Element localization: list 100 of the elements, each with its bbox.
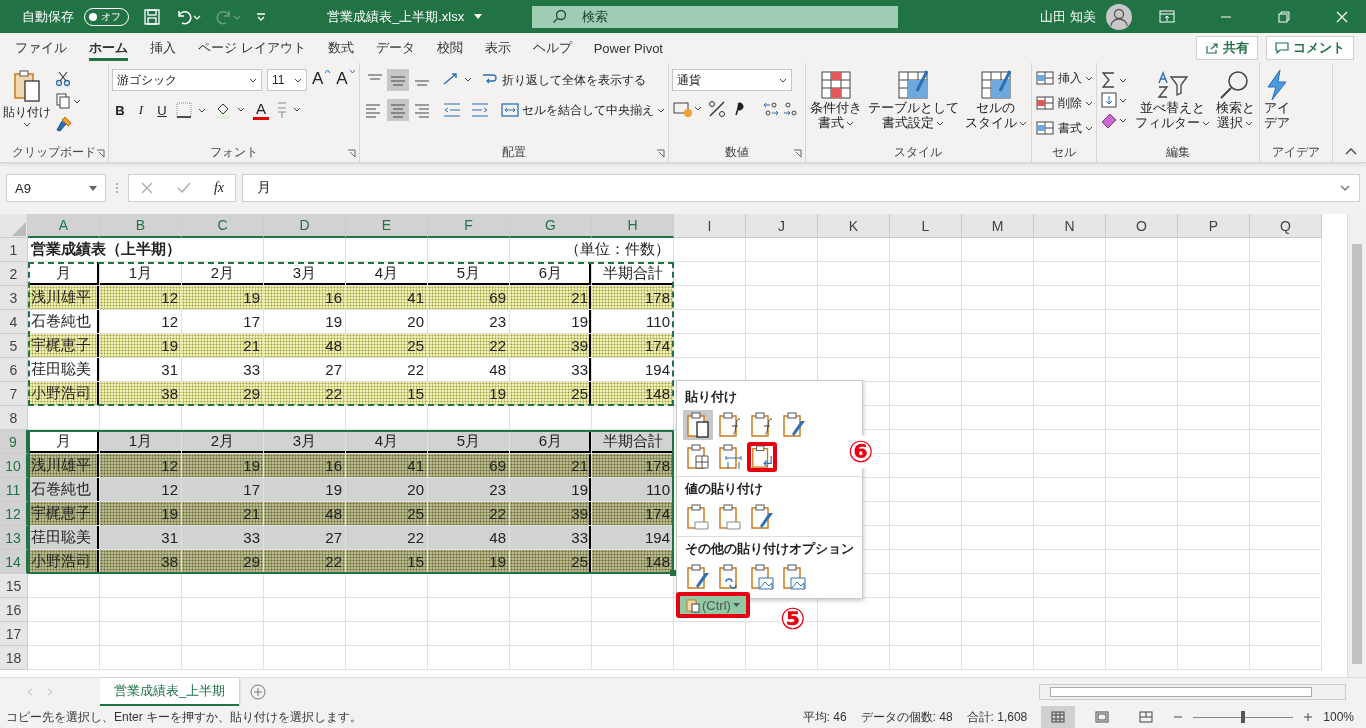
cancel-icon[interactable] <box>139 181 154 195</box>
column-header[interactable]: N <box>1034 214 1106 238</box>
number-format-dropdown[interactable]: 通貨 <box>671 69 792 91</box>
row-header[interactable]: 16 <box>0 598 28 622</box>
row-header[interactable]: 2 <box>0 262 28 286</box>
row-header[interactable]: 8 <box>0 406 28 430</box>
normal-view-button[interactable] <box>1041 706 1076 728</box>
text-style-button[interactable]: I <box>133 99 149 121</box>
row-header[interactable]: 14 <box>0 550 28 574</box>
paste-transpose-button[interactable] <box>747 442 777 472</box>
column-header[interactable]: H <box>592 214 674 238</box>
row-header[interactable]: 15 <box>0 574 28 598</box>
row-header[interactable]: 5 <box>0 334 28 358</box>
cell-command-button[interactable]: 削除 <box>1034 92 1093 114</box>
horizontal-scrollbar[interactable] <box>1039 684 1346 700</box>
ribbon-tab[interactable]: データ <box>364 33 426 63</box>
row-header[interactable]: 9 <box>0 430 28 454</box>
vertical-scrollbar[interactable] <box>1347 214 1366 677</box>
column-header[interactable]: D <box>264 214 346 238</box>
row-header[interactable]: 7 <box>0 382 28 406</box>
close-icon[interactable] <box>1335 9 1349 24</box>
column-header[interactable]: B <box>100 214 182 238</box>
dialog-launcher-icon[interactable] <box>96 149 105 158</box>
column-header[interactable]: M <box>962 214 1034 238</box>
editing-button[interactable]: 検索と 選択 <box>1214 69 1256 131</box>
style-button[interactable]: セルの スタイル <box>963 69 1028 131</box>
name-box[interactable]: A9 <box>6 174 106 202</box>
style-button[interactable]: テーブルとして 書式設定 <box>866 69 960 131</box>
column-header[interactable]: I <box>674 214 746 238</box>
font-size-dropdown[interactable]: 11 <box>267 69 307 91</box>
style-button[interactable]: 条件付き 書式 <box>808 69 863 131</box>
copy-icon[interactable] <box>55 93 81 109</box>
format-painter-icon[interactable] <box>55 115 73 133</box>
ribbon-tab[interactable]: ファイル <box>4 33 78 63</box>
ribbon-tab[interactable]: 数式 <box>316 33 365 63</box>
column-header[interactable]: C <box>182 214 264 238</box>
column-header[interactable]: A <box>28 214 100 238</box>
comment-button[interactable]: コメント <box>1266 36 1354 60</box>
avatar-icon[interactable] <box>1106 3 1132 30</box>
wrap-text-button[interactable]: 折り返して全体を表示する <box>480 71 646 89</box>
column-header[interactable]: P <box>1178 214 1250 238</box>
share-button[interactable]: 共有 <box>1196 36 1258 60</box>
column-header[interactable]: Q <box>1250 214 1322 238</box>
row-header[interactable]: 6 <box>0 358 28 382</box>
scissors-icon[interactable] <box>55 71 71 87</box>
fill-handle[interactable] <box>670 570 676 576</box>
row-header[interactable]: 10 <box>0 454 28 478</box>
formula-input[interactable]: 月 <box>242 174 1360 202</box>
enter-icon[interactable] <box>175 181 192 195</box>
column-header[interactable]: O <box>1106 214 1178 238</box>
dialog-launcher-icon[interactable] <box>346 149 356 158</box>
column-header[interactable]: F <box>428 214 510 238</box>
column-header[interactable]: K <box>818 214 890 238</box>
ribbon-display-icon[interactable] <box>1159 9 1175 24</box>
text-style-button[interactable]: U <box>154 99 170 121</box>
ribbon-tab[interactable]: 校閲 <box>425 33 474 63</box>
collapse-ribbon-icon[interactable] <box>1344 146 1358 156</box>
expand-icon[interactable] <box>1339 184 1351 192</box>
paste-button[interactable]: 貼り付け <box>3 69 51 127</box>
row-header[interactable]: 17 <box>0 622 28 646</box>
increase-font-button[interactable]: A <box>312 69 332 91</box>
ribbon-tab[interactable]: ページ レイアウト <box>187 33 317 63</box>
dialog-launcher-icon[interactable] <box>655 149 665 158</box>
ribbon-tab[interactable]: ホーム <box>78 33 139 63</box>
restore-icon[interactable] <box>1277 9 1291 24</box>
dialog-launcher-icon[interactable] <box>792 149 802 158</box>
ribbon-tab[interactable]: ヘルプ <box>521 33 583 63</box>
column-header[interactable]: G <box>510 214 592 238</box>
cell-command-button[interactable]: 挿入 <box>1034 67 1093 89</box>
cell-command-button[interactable]: 書式 <box>1034 117 1093 139</box>
merge-center-button[interactable]: セルを結合して中央揃え <box>500 101 665 119</box>
insert-function-button[interactable]: fx <box>213 180 224 196</box>
row-header[interactable]: 11 <box>0 478 28 502</box>
row-header[interactable]: 18 <box>0 646 28 670</box>
font-color-button[interactable]: A <box>253 100 269 120</box>
row-header[interactable]: 12 <box>0 502 28 526</box>
search-field[interactable]: 検索 <box>532 5 899 28</box>
row-header[interactable]: 13 <box>0 526 28 550</box>
row-header[interactable]: 3 <box>0 286 28 310</box>
ideas-button[interactable]: アイ デア <box>1262 69 1291 131</box>
add-sheet-icon[interactable] <box>249 683 268 701</box>
sheet-tab[interactable]: 営業成績表_上半期 <box>100 678 240 706</box>
row-header[interactable]: 4 <box>0 310 28 334</box>
save-icon[interactable] <box>143 7 161 26</box>
zoom-in-icon[interactable] <box>1303 712 1314 722</box>
column-header[interactable]: L <box>890 214 962 238</box>
column-header[interactable]: J <box>746 214 818 238</box>
file-name[interactable]: 営業成績表_上半期.xlsx <box>327 7 465 26</box>
ribbon-tab[interactable]: 挿入 <box>139 33 187 63</box>
column-header[interactable]: E <box>346 214 428 238</box>
customize-icon[interactable] <box>255 10 267 23</box>
font-name-dropdown[interactable]: 游ゴシック <box>112 69 262 91</box>
decrease-font-button[interactable]: A <box>336 69 356 91</box>
ribbon-tab[interactable]: 表示 <box>473 33 522 63</box>
dropdown-arrow-icon[interactable] <box>474 14 483 19</box>
text-style-button[interactable]: B <box>112 99 128 121</box>
ribbon-tab[interactable]: Power Pivot <box>582 33 674 63</box>
paste-paste-button[interactable] <box>683 410 713 440</box>
editing-button[interactable]: 並べ替えと フィルター <box>1133 69 1211 131</box>
row-header[interactable]: 1 <box>0 238 28 262</box>
